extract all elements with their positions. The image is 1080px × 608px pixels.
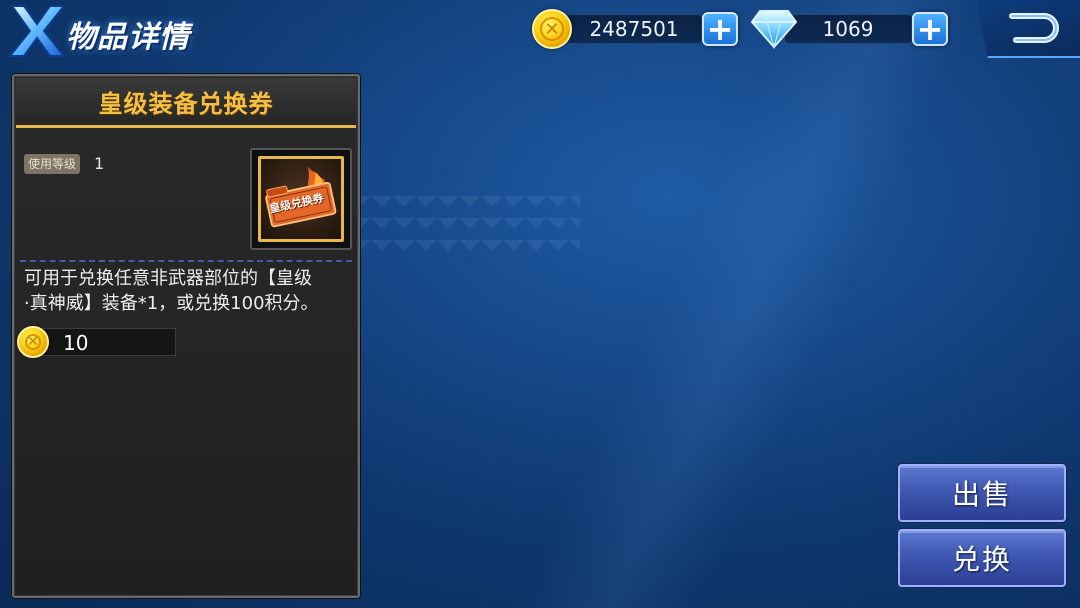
item-description-line: 可用于兑换任意非武器部位的【皇级 xyxy=(24,268,312,289)
sell-button[interactable]: 出售 xyxy=(898,464,1066,522)
diamond-icon xyxy=(750,10,798,49)
item-name: 皇级装备兑换券 xyxy=(98,90,274,118)
plus-icon: + xyxy=(706,10,734,48)
gold-currency: 2487501 ✕ + xyxy=(532,9,740,49)
item-description: 可用于兑换任意非武器部位的【皇级 ·真神威】装备*1，或兑换100积分。 xyxy=(24,266,354,316)
sell-button-label: 出售 xyxy=(951,478,1012,511)
background-triangles xyxy=(360,196,580,260)
item-detail-panel: 皇级装备兑换券 使用等级 1 皇级兑换券 可用于兑换任意非武器部位的【皇级 ·真… xyxy=(12,74,360,598)
level-requirement-label: 使用等级 xyxy=(24,154,81,174)
diamond-amount-field: 1069 xyxy=(784,14,912,44)
diamond-amount: 1069 xyxy=(822,17,874,41)
return-arrow-icon xyxy=(1009,13,1059,43)
sell-price: 10 xyxy=(63,331,89,355)
item-description-line: ·真神威】装备*1，或兑换100积分。 xyxy=(24,293,319,314)
plus-icon: + xyxy=(916,10,944,48)
gold-amount-field: 2487501 xyxy=(566,14,702,44)
voucher-icon: 皇级兑换券 xyxy=(258,156,344,242)
title-area: 物品详情 xyxy=(0,0,230,60)
gold-coin-icon: ✕ xyxy=(532,9,572,49)
exchange-button-label: 兑换 xyxy=(951,543,1012,576)
item-header: 皇级装备兑换券 xyxy=(16,78,356,128)
x-emblem-icon xyxy=(7,5,67,57)
section-divider xyxy=(20,260,352,262)
sell-price-box: ✕ 10 xyxy=(17,326,176,358)
gold-amount: 2487501 xyxy=(589,17,679,41)
add-gold-button[interactable]: + xyxy=(702,12,738,46)
return-button[interactable] xyxy=(976,0,1080,58)
item-icon-frame[interactable]: 皇级兑换券 xyxy=(250,148,352,250)
diamond-currency: 1069 + xyxy=(750,10,950,49)
exchange-button[interactable]: 兑换 xyxy=(898,529,1066,587)
gold-coin-icon: ✕ xyxy=(17,326,49,358)
level-requirement-value: 1 xyxy=(94,154,105,173)
page-title: 物品详情 xyxy=(66,20,190,55)
add-diamond-button[interactable]: + xyxy=(912,12,948,46)
